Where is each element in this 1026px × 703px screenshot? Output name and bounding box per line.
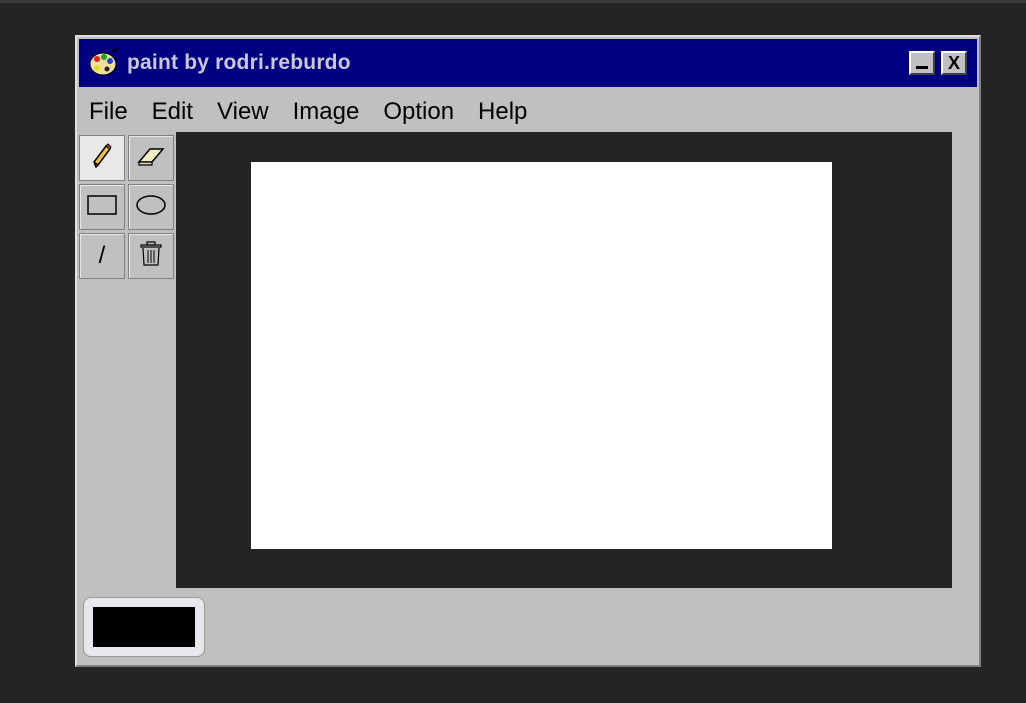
menu-image[interactable]: Image: [281, 87, 372, 137]
clear-tool[interactable]: [128, 233, 174, 279]
window-title: paint by rodri.reburdo: [127, 51, 351, 74]
current-color-swatch[interactable]: [93, 607, 195, 647]
top-divider: [0, 0, 1026, 3]
ellipse-icon: [135, 194, 167, 221]
pencil-tool[interactable]: [79, 135, 125, 181]
minimize-icon: [916, 66, 928, 69]
line-tool[interactable]: /: [79, 233, 125, 279]
title-bar[interactable]: paint by rodri.reburdo X: [79, 39, 977, 87]
toolbox: /: [79, 135, 175, 281]
menu-view[interactable]: View: [205, 87, 281, 137]
color-well[interactable]: [83, 597, 205, 657]
palette-icon: [87, 46, 121, 80]
menu-file[interactable]: File: [77, 87, 140, 137]
close-icon: X: [947, 52, 960, 73]
minimize-button[interactable]: [909, 51, 935, 75]
menu-bar: File Edit View Image Option Help: [77, 87, 539, 137]
pencil-icon: [88, 142, 116, 175]
eraser-icon: [136, 144, 166, 173]
line-icon: /: [98, 242, 106, 269]
rectangle-icon: [86, 194, 118, 221]
ellipse-tool[interactable]: [128, 184, 174, 230]
close-button[interactable]: X: [941, 51, 967, 75]
eraser-tool[interactable]: [128, 135, 174, 181]
canvas-area: [176, 132, 952, 588]
rectangle-tool[interactable]: [79, 184, 125, 230]
trash-icon: [139, 240, 163, 272]
menu-option[interactable]: Option: [371, 87, 466, 137]
menu-help[interactable]: Help: [466, 87, 539, 137]
paint-window: paint by rodri.reburdo X File Edit View …: [75, 35, 981, 667]
drawing-canvas[interactable]: [251, 162, 832, 549]
menu-edit[interactable]: Edit: [140, 87, 205, 137]
